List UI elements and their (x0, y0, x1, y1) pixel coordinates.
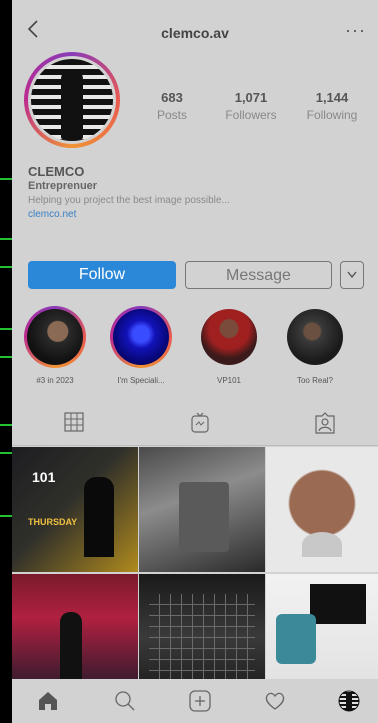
suggestions-dropdown-button[interactable] (340, 261, 364, 289)
stat-following-label: Following (306, 108, 358, 122)
story-highlight-2[interactable]: I'm Speciali... (108, 306, 174, 385)
guide-mark (0, 178, 12, 180)
guide-mark (0, 452, 12, 454)
nav-home[interactable] (37, 690, 59, 712)
profile-username: clemco.av (161, 25, 229, 41)
guide-mark (0, 515, 12, 517)
story-thumbnail (287, 309, 343, 365)
story-highlight-1[interactable]: #3 in 2023 (22, 306, 88, 385)
tagged-user-icon (315, 412, 335, 434)
stat-following[interactable]: 1,144 Following (292, 90, 372, 122)
avatar-silhouette (61, 69, 83, 139)
story-thumbnail (201, 309, 257, 365)
story-thumbnail (113, 309, 169, 365)
grid-icon (64, 412, 84, 432)
message-button[interactable]: Message (185, 261, 332, 289)
post-overlay-text: 101 (32, 469, 56, 485)
tab-tagged[interactable] (314, 412, 335, 434)
chevron-down-icon (347, 271, 357, 279)
avatar[interactable] (24, 52, 120, 148)
post-overlay-text: THURSDAY (28, 517, 78, 527)
profile-bio: CLEMCO Entreprenuer Helping you project … (28, 164, 358, 220)
story-highlight-3[interactable]: VP101 (196, 306, 262, 385)
nav-activity[interactable] (264, 690, 286, 712)
profile-website-link[interactable]: clemco.net (28, 209, 358, 220)
profile-category: Entreprenuer (28, 180, 98, 192)
profile-name: CLEMCO (28, 164, 85, 179)
content-tab-bar (12, 400, 378, 446)
bottom-navigation (12, 679, 378, 723)
tab-posts-grid[interactable] (64, 412, 84, 432)
stat-followers[interactable]: 1,071 Followers (211, 90, 291, 122)
profile-screen: clemco.av ··· 683 Posts 1,071 Followers … (12, 0, 378, 723)
avatar-image (31, 59, 113, 141)
story-label: I'm Speciali... (117, 376, 165, 385)
stat-followers-value: 1,071 (234, 90, 268, 105)
heart-icon (265, 692, 285, 710)
more-options-button[interactable]: ··· (345, 20, 366, 41)
post-thumbnail[interactable] (266, 447, 378, 572)
story-label: #3 in 2023 (36, 376, 74, 385)
home-icon (39, 692, 57, 710)
guide-mark (0, 356, 12, 358)
guide-mark (0, 328, 12, 330)
stat-posts-label: Posts (156, 108, 187, 122)
guide-mark (0, 424, 12, 426)
guide-mark (0, 238, 12, 240)
follow-button[interactable]: Follow (28, 261, 176, 289)
tab-igtv[interactable] (190, 412, 210, 433)
story-label: Too Real? (296, 376, 334, 385)
story-label: VP101 (216, 376, 242, 385)
story-highlight-4[interactable]: Too Real? (282, 306, 348, 385)
profile-avatar-icon (338, 690, 360, 712)
post-thumbnail[interactable] (139, 447, 265, 572)
guide-mark (0, 266, 12, 268)
nav-profile[interactable] (338, 690, 360, 712)
post-thumbnail[interactable]: 101 THURSDAY (12, 447, 138, 572)
profile-description: Helping you project the best image possi… (28, 195, 230, 206)
stat-following-value: 1,144 (315, 90, 349, 105)
stat-posts-value: 683 (161, 90, 183, 105)
add-post-icon (189, 690, 211, 712)
nav-create-post[interactable] (189, 690, 211, 712)
more-dots-icon: ··· (345, 20, 366, 40)
stat-posts[interactable]: 683 Posts (132, 90, 212, 122)
nav-search[interactable] (114, 690, 136, 712)
story-thumbnail (27, 309, 83, 365)
tv-icon (191, 412, 209, 433)
stat-followers-label: Followers (225, 108, 277, 122)
search-icon (115, 691, 135, 711)
